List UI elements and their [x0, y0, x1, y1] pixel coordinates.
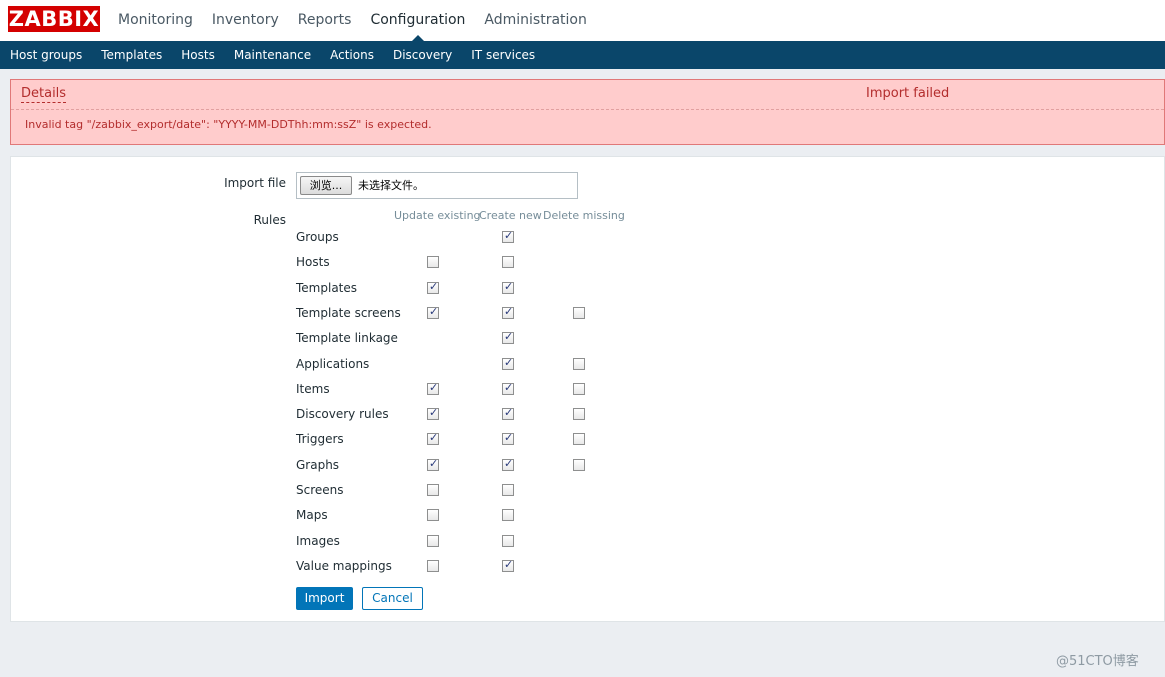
submenu-templates[interactable]: Templates: [101, 41, 162, 69]
checkbox-create[interactable]: [502, 229, 514, 243]
checkbox-create[interactable]: [502, 280, 514, 294]
rule-label: Items: [296, 382, 330, 396]
checkbox-create[interactable]: [502, 431, 514, 445]
rule-label: Screens: [296, 483, 344, 497]
submenu-host-groups[interactable]: Host groups: [10, 41, 82, 69]
file-input[interactable]: 浏览... 未选择文件。: [296, 172, 578, 199]
import-form-panel: Import file 浏览... 未选择文件。 Rules Update ex…: [10, 156, 1165, 622]
checkbox-update[interactable]: [427, 406, 439, 420]
error-detail-text: Invalid tag "/zabbix_export/date": "YYYY…: [25, 118, 432, 131]
checkbox-delete[interactable]: [573, 358, 585, 370]
checkbox-delete[interactable]: [573, 433, 585, 445]
error-message-box: Details Import failed Invalid tag "/zabb…: [10, 79, 1165, 145]
checkbox-delete[interactable]: [573, 408, 585, 420]
menu-configuration[interactable]: Configuration: [370, 0, 465, 41]
rule-label: Maps: [296, 508, 328, 522]
submenu-hosts[interactable]: Hosts: [181, 41, 215, 69]
checkbox-delete[interactable]: [573, 307, 585, 319]
submenu-actions[interactable]: Actions: [330, 41, 374, 69]
column-delete-missing: Delete missing: [543, 209, 625, 222]
rule-label: Applications: [296, 357, 370, 371]
checkbox-create[interactable]: [502, 381, 514, 395]
checkbox-create[interactable]: [502, 484, 514, 496]
column-update-existing: Update existing: [394, 209, 481, 222]
checkbox-update[interactable]: [427, 381, 439, 395]
cancel-button[interactable]: Cancel: [362, 587, 423, 610]
top-bar: ZABBIX Monitoring Inventory Reports Conf…: [0, 0, 1165, 41]
column-create-new: Create new: [479, 209, 542, 222]
checkbox-update[interactable]: [427, 560, 439, 572]
details-link[interactable]: Details: [21, 86, 67, 103]
rule-label: Triggers: [296, 432, 344, 446]
checkbox-update[interactable]: [427, 305, 439, 319]
watermark: @51CTO博客: [1056, 654, 1139, 669]
rule-label: Images: [296, 534, 340, 548]
rule-label: Graphs: [296, 458, 340, 472]
rules-label: Rules: [253, 213, 286, 227]
sub-menu: Host groups Templates Hosts Maintenance …: [0, 41, 1165, 69]
import-file-label: Import file: [224, 176, 286, 190]
rule-label: Value mappings: [296, 559, 392, 573]
submenu-maintenance[interactable]: Maintenance: [234, 41, 311, 69]
checkbox-create[interactable]: [502, 406, 514, 420]
checkbox-update[interactable]: [427, 431, 439, 445]
message-divider: [11, 109, 1164, 110]
rule-label: Template linkage: [296, 331, 398, 345]
browse-button[interactable]: 浏览...: [300, 176, 352, 195]
error-title: Import failed: [866, 86, 950, 101]
no-file-selected-text: 未选择文件。: [358, 179, 424, 192]
checkbox-create[interactable]: [502, 558, 514, 572]
rule-label: Discovery rules: [296, 407, 389, 421]
import-button[interactable]: Import: [296, 587, 353, 610]
submenu-it-services[interactable]: IT services: [471, 41, 535, 69]
checkbox-update[interactable]: [427, 484, 439, 496]
menu-reports[interactable]: Reports: [298, 0, 352, 41]
checkbox-update[interactable]: [427, 256, 439, 268]
checkbox-create[interactable]: [502, 509, 514, 521]
rule-label: Hosts: [296, 255, 330, 269]
checkbox-delete[interactable]: [573, 459, 585, 471]
menu-monitoring[interactable]: Monitoring: [118, 0, 193, 41]
submenu-discovery[interactable]: Discovery: [393, 41, 452, 69]
checkbox-create[interactable]: [502, 256, 514, 268]
rule-label: Template screens: [296, 306, 401, 320]
main-menu: Monitoring Inventory Reports Configurati…: [118, 0, 606, 41]
checkbox-update[interactable]: [427, 509, 439, 521]
checkbox-create[interactable]: [502, 535, 514, 547]
checkbox-create[interactable]: [502, 457, 514, 471]
rule-label: Groups: [296, 230, 339, 244]
menu-administration[interactable]: Administration: [484, 0, 586, 41]
rule-label: Templates: [296, 281, 358, 295]
checkbox-update[interactable]: [427, 457, 439, 471]
menu-inventory[interactable]: Inventory: [212, 0, 279, 41]
checkbox-delete[interactable]: [573, 383, 585, 395]
checkbox-create[interactable]: [502, 330, 514, 344]
checkbox-update[interactable]: [427, 535, 439, 547]
zabbix-logo[interactable]: ZABBIX: [8, 6, 100, 32]
checkbox-update[interactable]: [427, 280, 439, 294]
checkbox-create[interactable]: [502, 356, 514, 370]
checkbox-create[interactable]: [502, 305, 514, 319]
